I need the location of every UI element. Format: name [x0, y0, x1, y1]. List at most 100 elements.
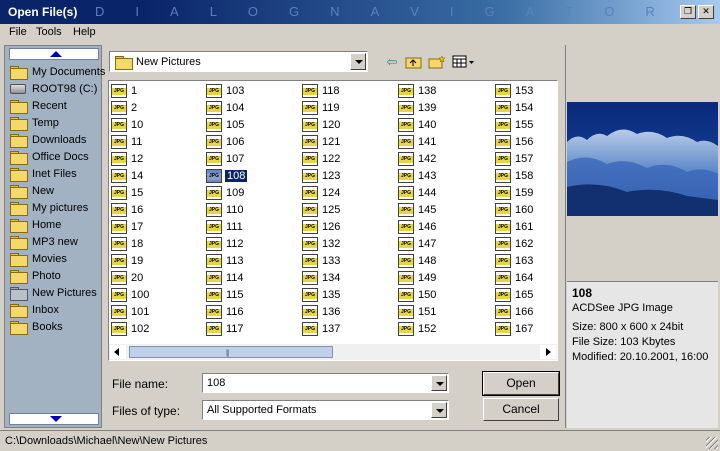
file-item[interactable]: 107 [206, 151, 245, 167]
path-dropdown[interactable]: New Pictures [109, 51, 368, 72]
file-list[interactable]: 1210111214151617181920100101102103104105… [108, 80, 558, 361]
file-item[interactable]: 110 [206, 202, 245, 218]
file-item[interactable]: 139 [398, 100, 437, 116]
file-item[interactable]: 134 [302, 270, 341, 286]
file-item[interactable]: 119 [302, 100, 341, 116]
file-item[interactable]: 146 [398, 219, 437, 235]
file-item[interactable]: 102 [111, 321, 150, 337]
sidebar-item-my-pictures[interactable]: My pictures [10, 199, 102, 216]
scroll-left-button[interactable] [110, 345, 126, 359]
file-item[interactable]: 14 [111, 168, 144, 184]
file-item[interactable]: 20 [111, 270, 144, 286]
file-item[interactable]: 149 [398, 270, 437, 286]
scroll-thumb[interactable]: ||| [129, 346, 333, 358]
scroll-right-button[interactable] [540, 345, 556, 359]
file-item[interactable]: 111 [206, 219, 244, 235]
file-item[interactable]: 124 [302, 185, 341, 201]
file-item[interactable]: 155 [495, 117, 534, 133]
file-item[interactable]: 152 [398, 321, 437, 337]
file-item[interactable]: 17 [111, 219, 144, 235]
filetype-select[interactable]: All Supported Formats [202, 400, 449, 420]
file-item[interactable]: 145 [398, 202, 437, 218]
file-item[interactable]: 158 [495, 168, 534, 184]
filename-dropdown-button[interactable] [431, 375, 447, 391]
back-arrow-icon[interactable]: ⇦ [383, 55, 401, 69]
open-button[interactable]: Open [482, 371, 560, 396]
file-item[interactable]: 159 [495, 185, 534, 201]
file-item[interactable]: 132 [302, 236, 341, 252]
file-item[interactable]: 2 [111, 100, 138, 116]
file-item[interactable]: 19 [111, 253, 144, 269]
file-item[interactable]: 164 [495, 270, 534, 286]
file-item[interactable]: 117 [206, 321, 245, 337]
file-item[interactable]: 16 [111, 202, 144, 218]
menu-tools[interactable]: Tools [36, 26, 62, 38]
file-item[interactable]: 162 [495, 236, 534, 252]
file-item[interactable]: 123 [302, 168, 341, 184]
close-button[interactable]: ✕ [698, 5, 714, 19]
file-item[interactable]: 167 [495, 321, 534, 337]
file-item[interactable]: 18 [111, 236, 144, 252]
file-item[interactable]: 12 [111, 151, 144, 167]
file-item[interactable]: 1 [111, 83, 138, 99]
file-item[interactable]: 157 [495, 151, 534, 167]
file-item[interactable]: 118 [302, 83, 341, 99]
sidebar-item-temp[interactable]: Temp [10, 114, 102, 131]
file-item[interactable]: 163 [495, 253, 534, 269]
filename-input[interactable]: 108 [202, 373, 449, 393]
menu-file[interactable]: File [9, 26, 27, 38]
file-item[interactable]: 15 [111, 185, 144, 201]
file-item[interactable]: 114 [206, 270, 245, 286]
up-folder-icon[interactable] [405, 55, 423, 69]
file-item[interactable]: 108 [206, 168, 248, 184]
sidebar-item-my-documents[interactable]: My Documents [10, 63, 105, 80]
file-item[interactable]: 143 [398, 168, 437, 184]
view-menu-icon[interactable] [452, 55, 476, 69]
sidebar-item-inbox[interactable]: Inbox [10, 301, 102, 318]
cancel-button[interactable]: Cancel [483, 398, 559, 421]
file-item[interactable]: 126 [302, 219, 341, 235]
file-item[interactable]: 148 [398, 253, 437, 269]
file-item[interactable]: 112 [206, 236, 245, 252]
sidebar-item-recent[interactable]: Recent [10, 97, 102, 114]
sidebar-item-root98-c[interactable]: ROOT98 (C:) [10, 80, 102, 97]
sidebar-item-downloads[interactable]: Downloads [10, 131, 102, 148]
sidebar-item-inet-files[interactable]: Inet Files [10, 165, 102, 182]
file-item[interactable]: 104 [206, 100, 245, 116]
sidebar-item-mp3-new[interactable]: MP3 new [10, 233, 102, 250]
menu-help[interactable]: Help [73, 26, 96, 38]
sidebar-item-home[interactable]: Home [10, 216, 102, 233]
sidebar-item-office-docs[interactable]: Office Docs [10, 148, 102, 165]
file-item[interactable]: 147 [398, 236, 437, 252]
title-bar[interactable]: Open File(s) D I A L O G N A V I G A T O R ❐ ✕ [0, 0, 720, 24]
file-item[interactable]: 133 [302, 253, 341, 269]
path-dropdown-button[interactable] [350, 53, 366, 70]
resize-grip-icon[interactable] [706, 437, 718, 449]
file-item[interactable]: 137 [302, 321, 341, 337]
file-item[interactable]: 136 [302, 304, 341, 320]
sidebar-item-new[interactable]: New [10, 182, 102, 199]
file-item[interactable]: 121 [302, 134, 341, 150]
file-item[interactable]: 156 [495, 134, 534, 150]
file-item[interactable]: 105 [206, 117, 245, 133]
sidebar-item-movies[interactable]: Movies [10, 250, 102, 267]
file-item[interactable]: 165 [495, 287, 534, 303]
sidebar-item-new-pictures[interactable]: New Pictures [10, 284, 102, 301]
file-item[interactable]: 142 [398, 151, 437, 167]
sidebar-scroll-up-button[interactable] [9, 48, 99, 60]
file-item[interactable]: 101 [111, 304, 150, 320]
filetype-dropdown-button[interactable] [431, 402, 447, 418]
sidebar-scroll-down-button[interactable] [9, 413, 99, 425]
file-item[interactable]: 154 [495, 100, 534, 116]
file-item[interactable]: 160 [495, 202, 534, 218]
file-item[interactable]: 125 [302, 202, 341, 218]
file-item[interactable]: 138 [398, 83, 437, 99]
file-item[interactable]: 11 [111, 134, 143, 150]
sidebar-item-books[interactable]: Books [10, 318, 102, 335]
file-item[interactable]: 115 [206, 287, 245, 303]
file-item[interactable]: 100 [111, 287, 150, 303]
file-item[interactable]: 120 [302, 117, 341, 133]
new-folder-icon[interactable] [428, 55, 446, 69]
file-item[interactable]: 150 [398, 287, 437, 303]
file-item[interactable]: 113 [206, 253, 245, 269]
